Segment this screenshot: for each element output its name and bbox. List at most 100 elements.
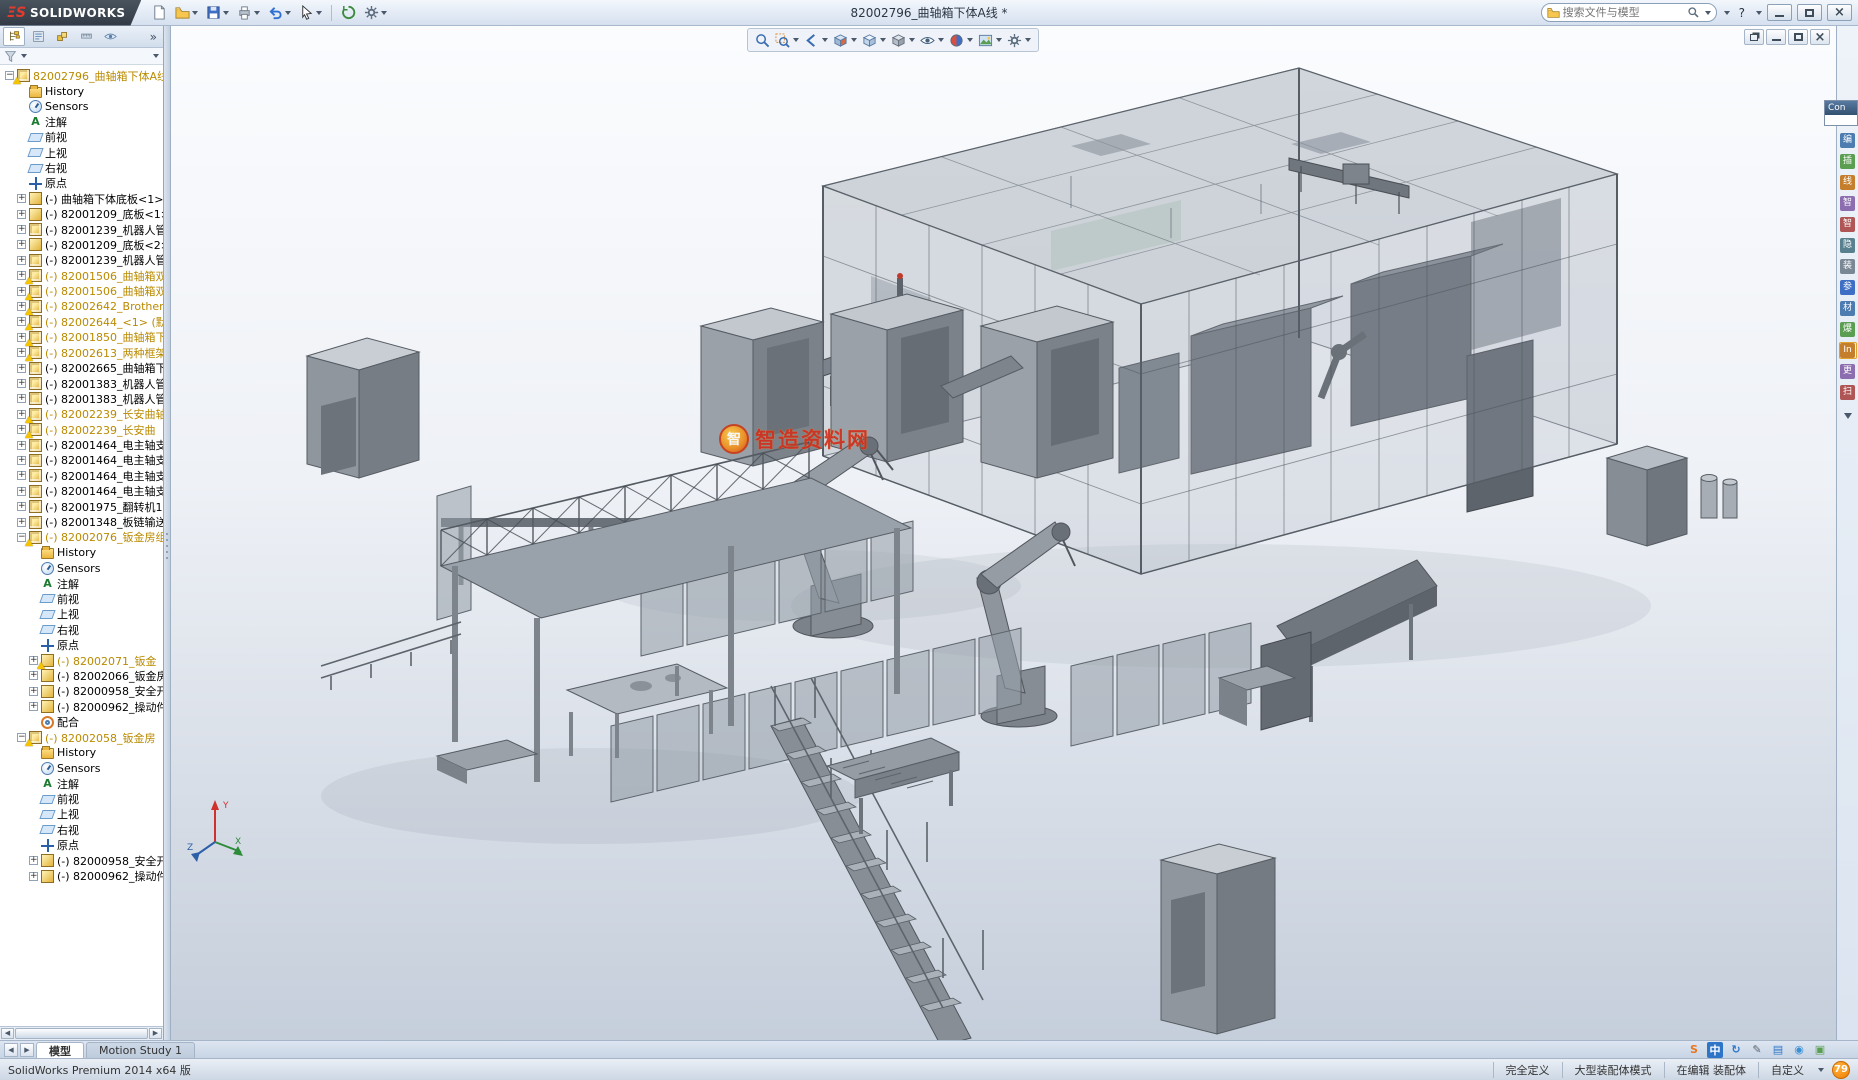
toolbar-print-button[interactable] [234,2,263,23]
task-pane-button-扫[interactable]: 扫 [1839,384,1857,401]
status-customize[interactable]: 自定义 [1758,1061,1816,1078]
hud-previous-view-button[interactable] [804,33,828,48]
tree-item[interactable]: (-) 82001464_电主轴支架 [2,484,163,499]
dropdown-arrow-icon[interactable] [909,38,915,42]
search-scope-folder-icon[interactable] [1547,6,1560,19]
task-pane-button-线[interactable]: 线 [1839,174,1857,191]
panel-tab-configurationmanager[interactable] [51,27,73,46]
window-minimize-button[interactable] [1767,4,1792,21]
tree-item[interactable]: (-) 82002239_长安曲轴 [2,407,163,422]
task-pane-button-In[interactable]: In [1838,342,1857,359]
tree-expander-icon[interactable] [17,517,26,527]
tree-item[interactable]: (-) 82001464_电主轴支架 [2,437,163,452]
hud-edit-appearance-button[interactable] [949,33,973,48]
tree-item[interactable]: 右视 [2,160,163,175]
tree-item[interactable]: (-) 82001383_机器人管线 [2,376,163,391]
tree-root-item[interactable]: 82002796_曲轴箱下体A线 [2,68,163,83]
tree-expander-icon[interactable] [17,194,26,204]
filter-dropdown-icon[interactable] [21,54,27,58]
tree-expander-icon[interactable] [17,440,26,450]
edit-pencil-icon[interactable]: ✎ [1749,1042,1765,1058]
window-close-button[interactable]: × [1827,4,1852,21]
dropdown-arrow-icon[interactable] [192,10,199,15]
keyboard-icon[interactable]: ▤ [1770,1042,1786,1058]
tree-item[interactable]: (-) 82002071_钣金 [2,653,163,668]
tree-expander-icon[interactable] [29,856,38,866]
window-maximize-button[interactable] [1797,4,1822,21]
hud-zoom-area-button[interactable] [775,32,799,48]
filter-funnel-icon[interactable] [4,50,17,63]
task-pane-button-参[interactable]: 参 [1839,279,1857,296]
panel-tab-displaymanager[interactable] [99,27,121,46]
tree-item[interactable]: (-) 82001464_电主轴支架 [2,468,163,483]
tree-item[interactable]: (-) 82001383_机器人管线 [2,391,163,406]
tree-item[interactable]: History [2,545,163,560]
tree-expander-icon[interactable] [29,686,38,696]
panel-tab-featuremanager-tree[interactable] [3,27,25,46]
tree-item[interactable]: (-) 82000962_操动件< [2,699,163,714]
dropdown-arrow-icon[interactable] [880,38,886,42]
toolbar-select-button[interactable] [296,2,325,23]
tree-item[interactable]: 注解 [2,576,163,591]
tree-item[interactable]: (-) 82002058_钣金房 [2,730,163,745]
globe-icon[interactable]: ◉ [1791,1042,1807,1058]
tab-model[interactable]: 模型 [36,1041,84,1059]
customize-dropdown-icon[interactable] [1818,1067,1824,1072]
tree-item[interactable]: 前视 [2,130,163,145]
toolbar-rebuild-button[interactable] [338,2,359,23]
toolbar-overflow-icon[interactable] [1723,10,1730,15]
tree-item[interactable]: 右视 [2,822,163,837]
tree-expander-icon[interactable] [17,225,26,235]
tree-item[interactable]: Sensors [2,561,163,576]
refresh-icon[interactable]: ↻ [1728,1042,1744,1058]
tree-item[interactable]: (-) 82002239_长安曲 [2,422,163,437]
layers-icon[interactable]: ▣ [1812,1042,1828,1058]
tree-item[interactable]: (-) 曲轴箱下体底板<1> (默 [2,191,163,206]
tree-expander-icon[interactable] [17,486,26,496]
tree-item[interactable]: Sensors [2,99,163,114]
doc-minimize-button[interactable] [1766,29,1786,45]
panel-tab-propertymanager[interactable] [27,27,49,46]
search-box[interactable] [1540,3,1717,22]
panel-tab-dimxpertmanager[interactable] [75,27,97,46]
dropdown-arrow-icon[interactable] [316,10,323,15]
tree-item[interactable]: (-) 82002642_Brother [2,299,163,314]
tree-item[interactable]: 上视 [2,145,163,160]
dropdown-arrow-icon[interactable] [822,38,828,42]
tree-item[interactable]: (-) 82001348_板链输送机 [2,514,163,529]
tab-scroll-right-icon[interactable]: ▶ [20,1042,34,1057]
toolbar-open-button[interactable] [172,2,201,23]
help-button[interactable]: ? [1735,6,1749,20]
language-icon[interactable]: 中 [1707,1041,1723,1058]
tree-item[interactable]: (-) 82000958_安全开关 [2,684,163,699]
graphics-viewport[interactable]: × 智 智造资料网 Y X Z [171,26,1836,1040]
tree-expander-icon[interactable] [29,871,38,881]
tree-item[interactable]: (-) 82001209_底板<2> (默 [2,237,163,252]
dropdown-arrow-icon[interactable] [996,38,1002,42]
hud-view-orientation-button[interactable] [862,33,886,48]
dropdown-arrow-icon[interactable] [1025,38,1031,42]
hud-section-view-button[interactable] [833,33,857,48]
tree-item[interactable]: (-) 82000958_安全开 [2,853,163,868]
hud-apply-scene-button[interactable] [978,33,1002,48]
search-input[interactable] [1562,6,1684,19]
dropdown-arrow-icon[interactable] [793,38,799,42]
toolbar-options-button[interactable] [361,2,390,23]
tree-item[interactable]: 上视 [2,607,163,622]
tree-item[interactable]: 上视 [2,807,163,822]
tree-expander-icon[interactable] [29,671,38,681]
task-pane-button-智[interactable]: 智 [1839,195,1857,212]
tree-item[interactable]: (-) 82002066_钣金房组 [2,668,163,683]
task-pane-button-装[interactable]: 装 [1839,258,1857,275]
tree-item[interactable]: (-) 82001464_电主轴支架 [2,453,163,468]
tree-item[interactable]: (-) 82001239_机器人管线 [2,253,163,268]
tree-item[interactable]: (-) 82001506_曲轴箱双 [2,268,163,283]
tree-item[interactable]: Sensors [2,761,163,776]
dropdown-arrow-icon[interactable] [254,10,261,15]
dropdown-arrow-icon[interactable] [938,38,944,42]
task-pane-button-隐[interactable]: 隐 [1839,237,1857,254]
tree-item[interactable]: (-) 82002076_钣金房组 [2,530,163,545]
dropdown-arrow-icon[interactable] [381,10,388,15]
dropdown-arrow-icon[interactable] [223,10,230,15]
tree-item[interactable]: 前视 [2,591,163,606]
